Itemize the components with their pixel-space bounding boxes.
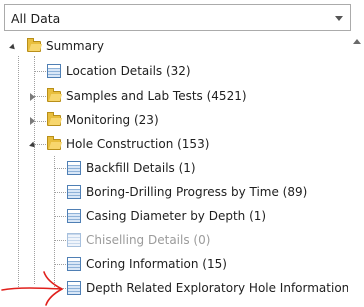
- folder-icon: [46, 88, 62, 104]
- tree-node-chiselling-details[interactable]: Chiselling Details (0): [0, 231, 346, 251]
- tree-node-label: Location Details (32): [66, 64, 191, 78]
- folder-icon: [46, 112, 62, 128]
- data-tree: Summary Location Details (32) Samples an…: [0, 33, 348, 307]
- data-filter-value: All Data: [11, 11, 61, 26]
- table-icon: [66, 160, 82, 176]
- red-annotation-arrow: [1, 271, 63, 306]
- tree-node-label: Chiselling Details (0): [86, 233, 211, 247]
- folder-icon: [46, 136, 62, 152]
- collapse-arrow-icon[interactable]: [30, 117, 35, 125]
- tree-node-label: Depth Related Exploratory Hole Informati…: [86, 281, 348, 295]
- tree-node-label: Backfill Details (1): [86, 161, 196, 175]
- table-icon: [66, 208, 82, 224]
- chevron-down-icon[interactable]: [335, 16, 343, 21]
- table-icon: [66, 184, 82, 200]
- tree-node-backfill-details[interactable]: Backfill Details (1): [0, 159, 346, 179]
- tree-node-monitoring[interactable]: Monitoring (23): [0, 111, 346, 131]
- table-icon: [66, 232, 82, 248]
- tree-node-label: Hole Construction (153): [66, 137, 210, 151]
- tree-node-label: Coring Information (15): [86, 257, 227, 271]
- tree-node-summary[interactable]: Summary: [0, 37, 346, 57]
- tree-node-samples-lab-tests[interactable]: Samples and Lab Tests (4521): [0, 87, 346, 107]
- vertical-scrollbar[interactable]: [350, 33, 364, 307]
- tree-node-location-details[interactable]: Location Details (32): [0, 62, 346, 82]
- tree-node-label: Samples and Lab Tests (4521): [66, 89, 247, 103]
- tree-node-label: Boring-Drilling Progress by Time (89): [86, 185, 308, 199]
- tree-node-label: Summary: [46, 39, 104, 53]
- data-filter-dropdown[interactable]: All Data: [4, 4, 351, 31]
- collapse-arrow-icon[interactable]: [30, 93, 35, 101]
- tree-node-hole-construction[interactable]: Hole Construction (153): [0, 135, 346, 155]
- scroll-up-arrow-icon[interactable]: [353, 39, 361, 44]
- expand-arrow-icon[interactable]: [29, 141, 37, 150]
- tree-node-boring-drilling-progress[interactable]: Boring-Drilling Progress by Time (89): [0, 183, 346, 203]
- tree-node-casing-diameter[interactable]: Casing Diameter by Depth (1): [0, 207, 346, 227]
- tree-node-label: Monitoring (23): [66, 113, 159, 127]
- table-icon: [46, 63, 62, 79]
- expand-arrow-icon[interactable]: [9, 43, 17, 52]
- tree-node-label: Casing Diameter by Depth (1): [86, 209, 267, 223]
- folder-icon: [26, 38, 42, 54]
